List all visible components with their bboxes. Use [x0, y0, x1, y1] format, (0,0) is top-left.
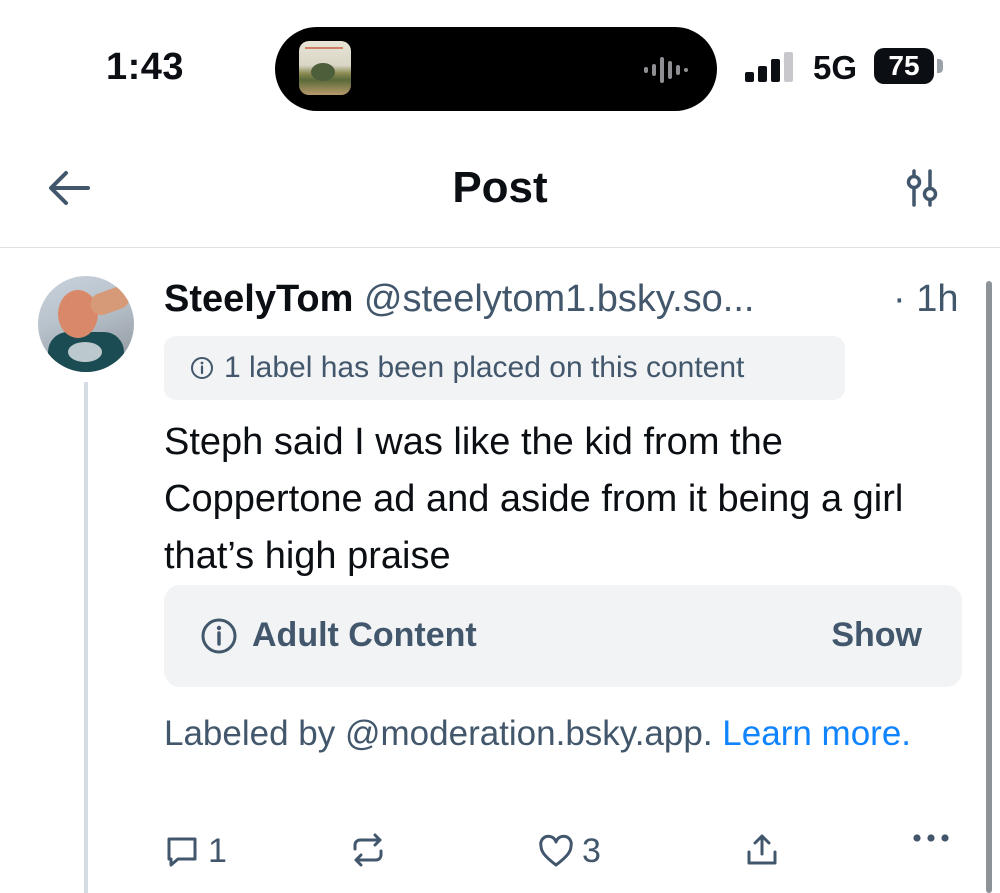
battery-indicator: 75: [874, 48, 934, 84]
ellipsis-icon: [913, 834, 949, 842]
post-author[interactable]: SteelyTom @steelytom1.bsky.so...: [164, 278, 754, 321]
content-warning[interactable]: Adult Content Show: [164, 585, 962, 687]
share-icon: [747, 834, 777, 865]
header-divider: [0, 247, 1000, 248]
content-warning-label: Adult Content: [252, 616, 477, 654]
dynamic-island[interactable]: [275, 27, 717, 111]
reply-button[interactable]: 1: [164, 832, 227, 871]
author-name[interactable]: SteelyTom: [164, 278, 353, 320]
learn-more-link[interactable]: Learn more.: [722, 714, 911, 753]
reply-count: 1: [208, 832, 227, 870]
now-playing-artwork[interactable]: [299, 41, 351, 95]
scrollbar[interactable]: [986, 281, 992, 893]
status-time: 1:43: [106, 46, 185, 88]
author-handle[interactable]: @steelytom1.bsky.so...: [364, 278, 755, 320]
info-icon: [200, 617, 238, 655]
reply-icon: [167, 837, 197, 866]
network-type: 5G: [813, 49, 858, 86]
like-count: 3: [582, 832, 601, 870]
info-icon: [190, 356, 214, 380]
share-button[interactable]: [744, 832, 780, 868]
battery-cap: [937, 59, 943, 73]
more-options-button[interactable]: [912, 832, 950, 844]
repost-icon: [353, 833, 383, 867]
labeled-by-notice: Labeled by @moderation.bsky.app. Learn m…: [164, 710, 924, 758]
cellular-signal-icon: [745, 52, 793, 82]
post-text: Steph said I was like the kid from the C…: [164, 421, 904, 577]
heart-icon: [539, 834, 573, 866]
label-notice-text: 1 label has been placed on this content: [224, 351, 745, 384]
repost-button[interactable]: [350, 832, 394, 868]
sliders-icon[interactable]: [902, 168, 942, 208]
avatar[interactable]: [38, 276, 134, 372]
show-content-button[interactable]: Show: [831, 616, 922, 655]
like-button[interactable]: 3: [538, 832, 601, 871]
thread-line: [84, 382, 88, 893]
page-title: Post: [452, 163, 548, 212]
audio-waveform-icon: [644, 57, 688, 83]
post-timestamp[interactable]: · 1h: [893, 278, 958, 321]
label-notice-chip[interactable]: 1 label has been placed on this content: [164, 336, 845, 400]
labeled-by-text: Labeled by @moderation.bsky.app.: [164, 714, 713, 753]
